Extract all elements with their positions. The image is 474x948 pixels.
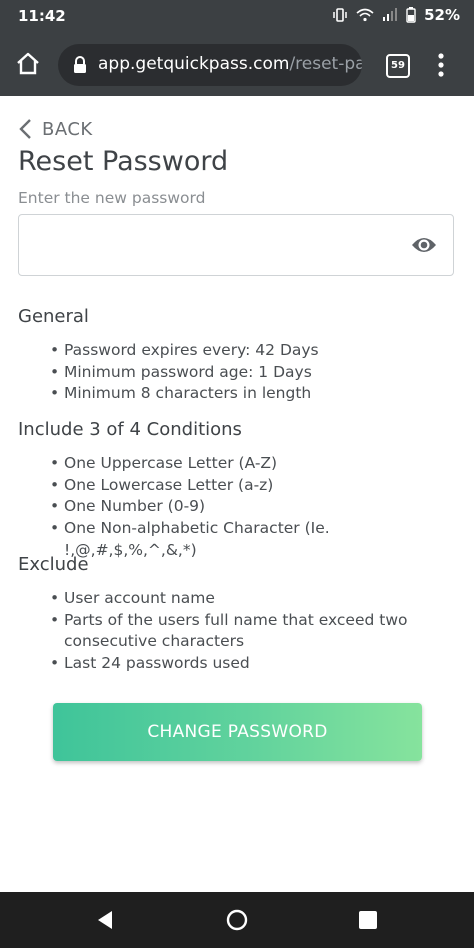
url-text: app.getquickpass.com/reset-pa bbox=[98, 54, 362, 74]
list-item: Minimum 8 characters in length bbox=[50, 383, 444, 405]
home-icon[interactable] bbox=[14, 50, 42, 78]
nav-recents-icon[interactable] bbox=[359, 911, 377, 933]
back-label: BACK bbox=[42, 118, 93, 140]
lock-icon bbox=[72, 56, 88, 74]
status-icons: 52% bbox=[332, 6, 460, 24]
list-item: One Lowercase Letter (a-z) bbox=[50, 475, 444, 497]
vibrate-icon bbox=[332, 8, 348, 22]
battery-level: 52% bbox=[424, 6, 460, 24]
url-path: /reset-pa bbox=[289, 54, 362, 74]
section-heading-exclude: Exclude bbox=[18, 554, 89, 575]
list-item: One Non-alphabetic Character (Ie. !,@,#,… bbox=[50, 518, 444, 561]
wifi-icon bbox=[356, 8, 374, 22]
page-title: Reset Password bbox=[18, 146, 229, 177]
battery-icon bbox=[406, 7, 416, 23]
status-time: 11:42 bbox=[18, 7, 66, 25]
list-item: One Number (0-9) bbox=[50, 496, 444, 518]
chevron-left-icon bbox=[19, 119, 31, 139]
reset-password-page: BACK Reset Password Enter the new passwo… bbox=[0, 96, 474, 892]
list-item: Parts of the users full name that exceed… bbox=[50, 610, 444, 653]
address-bar[interactable]: app.getquickpass.com/reset-pa bbox=[58, 44, 362, 86]
nav-back-icon[interactable] bbox=[96, 910, 114, 934]
section-heading-conditions: Include 3 of 4 Conditions bbox=[18, 419, 242, 440]
list-item: Password expires every: 42 Days bbox=[50, 340, 444, 362]
url-domain: app.getquickpass.com bbox=[98, 54, 290, 74]
status-bar: 11:42 52% bbox=[0, 0, 474, 32]
conditions-rules-list: One Uppercase Letter (A-Z) One Lowercase… bbox=[50, 453, 444, 562]
exclude-rules-list: User account name Parts of the users ful… bbox=[50, 588, 444, 675]
list-item: Last 24 passwords used bbox=[50, 653, 444, 675]
eye-icon[interactable] bbox=[411, 235, 437, 255]
section-heading-general: General bbox=[18, 306, 89, 327]
nav-home-icon[interactable] bbox=[226, 909, 248, 935]
back-link[interactable]: BACK bbox=[18, 118, 93, 140]
list-item: One Uppercase Letter (A-Z) bbox=[50, 453, 444, 475]
signal-icon bbox=[382, 8, 398, 22]
browser-toolbar: app.getquickpass.com/reset-pa 59 bbox=[0, 32, 474, 96]
list-item: Minimum password age: 1 Days bbox=[50, 362, 444, 384]
password-field bbox=[18, 214, 454, 276]
change-password-button[interactable]: CHANGE PASSWORD bbox=[53, 703, 422, 761]
general-rules-list: Password expires every: 42 Days Minimum … bbox=[50, 340, 444, 405]
password-input[interactable] bbox=[19, 215, 427, 275]
more-vert-icon[interactable] bbox=[436, 52, 446, 78]
password-label: Enter the new password bbox=[18, 189, 206, 207]
list-item: User account name bbox=[50, 588, 444, 610]
tabs-icon[interactable]: 59 bbox=[386, 54, 410, 78]
android-nav-bar bbox=[0, 892, 474, 948]
